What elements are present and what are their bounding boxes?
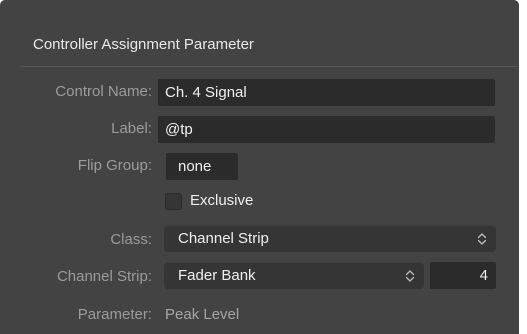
parameter-label: Parameter: <box>77 306 152 323</box>
chevron-up-down-icon <box>477 233 487 245</box>
control-name-field[interactable]: Ch. 4 Signal <box>158 79 495 106</box>
chevron-up-down-icon <box>405 270 415 282</box>
control-name-label: Control Name: <box>55 83 152 100</box>
parameter-value: Peak Level <box>165 306 240 323</box>
label-field[interactable]: @tp <box>158 116 495 143</box>
controller-assignment-panel: Controller Assignment Parameter Control … <box>0 0 519 334</box>
exclusive-checkbox-label[interactable]: Exclusive <box>190 192 253 209</box>
flip-group-field[interactable]: none <box>166 153 238 180</box>
flip-group-label: Flip Group: <box>77 157 152 174</box>
class-popup[interactable]: Channel Strip <box>164 225 496 252</box>
channel-strip-popup-value: Fader Bank <box>178 267 256 284</box>
channel-strip-popup[interactable]: Fader Bank <box>164 262 424 289</box>
label-field-label: Label: <box>111 120 152 137</box>
class-popup-value: Channel Strip <box>178 230 269 247</box>
channel-strip-number-field[interactable]: 4 <box>430 262 496 289</box>
class-label: Class: <box>110 231 152 248</box>
section-divider <box>21 66 519 67</box>
section-title: Controller Assignment Parameter <box>33 36 254 53</box>
exclusive-checkbox[interactable] <box>165 193 182 210</box>
channel-strip-label: Channel Strip: <box>56 268 152 285</box>
